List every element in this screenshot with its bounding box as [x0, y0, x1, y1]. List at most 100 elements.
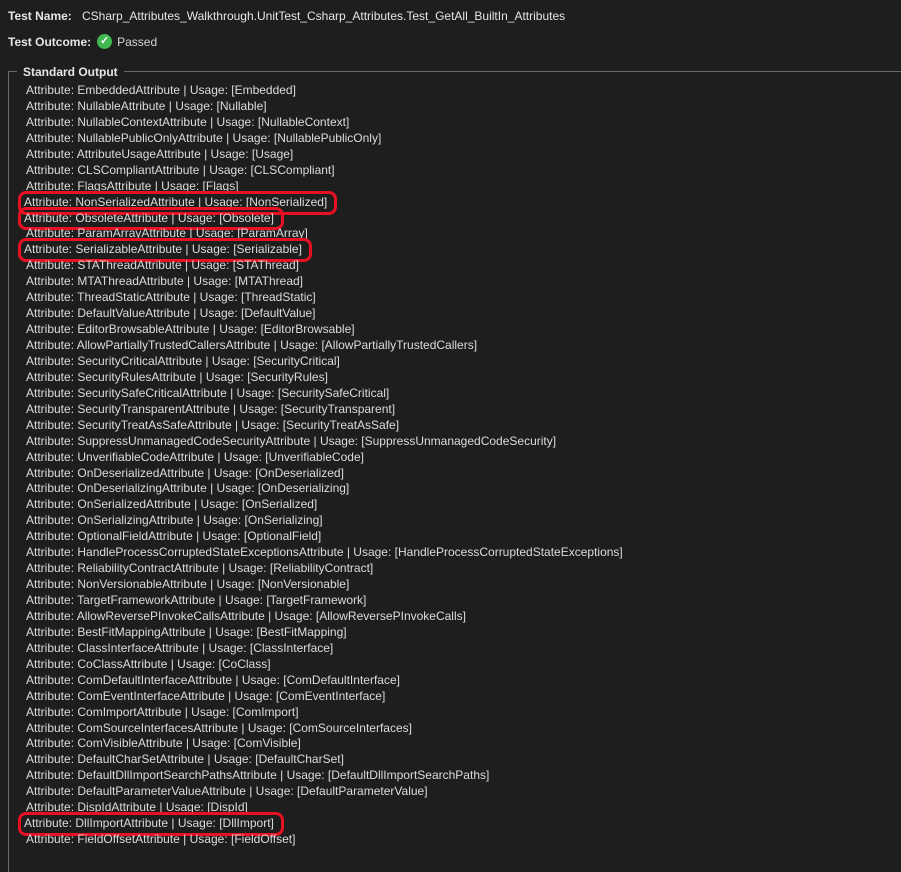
output-line[interactable]: Attribute: DefaultCharSetAttribute | Usa… [26, 752, 623, 768]
output-line[interactable]: Attribute: STAThreadAttribute | Usage: [… [26, 258, 623, 274]
output-line[interactable]: Attribute: OnSerializingAttribute | Usag… [26, 513, 623, 529]
output-line-text: Attribute: ReliabilityContractAttribute … [26, 561, 374, 576]
output-line[interactable]: Attribute: EditorBrowsableAttribute | Us… [26, 322, 623, 338]
output-line[interactable]: Attribute: SecurityTreatAsSafeAttribute … [26, 418, 623, 434]
output-line[interactable]: Attribute: CoClassAttribute | Usage: [Co… [26, 657, 623, 673]
output-line[interactable]: Attribute: CLSCompliantAttribute | Usage… [26, 163, 623, 179]
output-line[interactable]: Attribute: TargetFrameworkAttribute | Us… [26, 593, 623, 609]
output-line-text: Attribute: ComEventInterfaceAttribute | … [26, 688, 386, 703]
output-line-text: Attribute: STAThreadAttribute | Usage: [… [26, 258, 300, 273]
test-outcome-value: Passed [117, 34, 158, 49]
output-line-text: Attribute: NullableContextAttribute | Us… [26, 114, 350, 129]
output-line[interactable]: Attribute: DispIdAttribute | Usage: [Dis… [26, 800, 623, 816]
output-line-text: Attribute: NullableAttribute | Usage: [N… [26, 98, 267, 113]
output-line[interactable]: Attribute: NullablePublicOnlyAttribute |… [26, 131, 623, 147]
output-line-text: Attribute: CoClassAttribute | Usage: [Co… [26, 656, 271, 671]
output-line-text: Attribute: OptionalFieldAttribute | Usag… [26, 529, 322, 544]
output-line[interactable]: Attribute: OnDeserializingAttribute | Us… [26, 481, 623, 497]
output-line-text: Attribute: TargetFrameworkAttribute | Us… [26, 593, 367, 607]
output-line-text: Attribute: CLSCompliantAttribute | Usage… [26, 162, 335, 177]
output-line-text: Attribute: SerializableAttribute | Usage… [18, 238, 312, 263]
output-line[interactable]: Attribute: ThreadStaticAttribute | Usage… [26, 290, 623, 306]
output-line[interactable]: Attribute: DefaultValueAttribute | Usage… [26, 306, 623, 322]
output-line[interactable]: Attribute: AllowPartiallyTrustedCallersA… [26, 338, 623, 354]
output-line-text: Attribute: DefaultParameterValueAttribut… [26, 784, 428, 799]
output-line-text: Attribute: SecurityTransparentAttribute … [26, 401, 396, 416]
output-line-text: Attribute: DefaultCharSetAttribute | Usa… [26, 752, 344, 767]
output-line-text: Attribute: DispIdAttribute | Usage: [Dis… [26, 800, 248, 815]
output-line[interactable]: Attribute: ComEventInterfaceAttribute | … [26, 689, 623, 705]
output-line[interactable]: Attribute: SecurityTransparentAttribute … [26, 402, 623, 418]
output-line-highlighted[interactable]: Attribute: DllImportAttribute | Usage: [… [18, 812, 623, 837]
output-line[interactable]: Attribute: OptionalFieldAttribute | Usag… [26, 529, 623, 545]
output-line[interactable]: Attribute: NonVersionableAttribute | Usa… [26, 577, 623, 593]
standard-output-lines[interactable]: Attribute: EmbeddedAttribute | Usage: [E… [17, 83, 623, 848]
output-line[interactable]: Attribute: AttributeUsageAttribute | Usa… [26, 147, 623, 163]
output-line-text: Attribute: NullablePublicOnlyAttribute |… [26, 130, 382, 145]
output-line-text: Attribute: OnSerializedAttribute | Usage… [26, 497, 318, 512]
output-line[interactable]: Attribute: SecurityRulesAttribute | Usag… [26, 370, 623, 386]
test-outcome-label: Test Outcome: [8, 34, 92, 49]
output-line-text: Attribute: DefaultValueAttribute | Usage… [26, 306, 316, 321]
output-line-text: Attribute: AllowReversePInvokeCallsAttri… [26, 608, 466, 623]
output-line-text: Attribute: SecurityCriticalAttribute | U… [26, 353, 340, 368]
output-line[interactable]: Attribute: NullableContextAttribute | Us… [26, 115, 623, 131]
output-line[interactable]: Attribute: SuppressUnmanagedCodeSecurity… [26, 434, 623, 450]
check-circle-icon: ✓ [97, 34, 113, 49]
output-line-text: Attribute: ThreadStaticAttribute | Usage… [26, 290, 316, 305]
output-line-text: Attribute: BestFitMappingAttribute | Usa… [26, 624, 347, 639]
output-line[interactable]: Attribute: ComSourceInterfacesAttribute … [26, 721, 623, 737]
output-line-text: Attribute: EditorBrowsableAttribute | Us… [26, 322, 355, 337]
output-line[interactable]: Attribute: SecurityCriticalAttribute | U… [26, 354, 623, 370]
output-line[interactable]: Attribute: FieldOffsetAttribute | Usage:… [26, 832, 623, 848]
output-line-text: Attribute: OnDeserializingAttribute | Us… [26, 481, 350, 496]
output-line[interactable]: Attribute: DefaultDllImportSearchPathsAt… [26, 768, 623, 784]
output-line-text: Attribute: HandleProcessCorruptedStateEx… [26, 545, 623, 560]
output-line-highlighted[interactable]: Attribute: ObsoleteAttribute | Usage: [O… [18, 206, 623, 231]
output-line[interactable]: Attribute: HandleProcessCorruptedStateEx… [26, 545, 623, 561]
output-line[interactable]: Attribute: SecuritySafeCriticalAttribute… [26, 386, 623, 402]
output-line[interactable]: Attribute: OnSerializedAttribute | Usage… [26, 497, 623, 513]
output-line-text: Attribute: SecurityRulesAttribute | Usag… [26, 369, 328, 384]
output-line-text: Attribute: AllowPartiallyTrustedCallersA… [26, 338, 478, 352]
output-line[interactable]: Attribute: MTAThreadAttribute | Usage: [… [26, 274, 623, 290]
output-line[interactable]: Attribute: ComVisibleAttribute | Usage: … [26, 736, 623, 752]
output-line-text: Attribute: SecuritySafeCriticalAttribute… [26, 385, 390, 400]
output-line-text: Attribute: DllImportAttribute | Usage: [… [18, 812, 284, 837]
output-line-text: Attribute: OnSerializingAttribute | Usag… [26, 513, 323, 528]
output-line[interactable]: Attribute: ParamArrayAttribute | Usage: … [26, 226, 623, 242]
output-line-text: Attribute: ComImportAttribute | Usage: [… [26, 704, 299, 719]
output-line-highlighted[interactable]: Attribute: NonSerializedAttribute | Usag… [17, 190, 623, 215]
output-line-text: Attribute: UnverifiableCodeAttribute | U… [26, 449, 364, 464]
output-line-text: Attribute: ObsoleteAttribute | Usage: [O… [18, 206, 284, 231]
output-line-text: Attribute: SuppressUnmanagedCodeSecurity… [26, 433, 557, 448]
output-line-highlighted[interactable]: Attribute: SerializableAttribute | Usage… [18, 238, 623, 263]
output-line[interactable]: Attribute: DefaultParameterValueAttribut… [26, 784, 623, 800]
output-line[interactable]: Attribute: FlagsAttribute | Usage: [Flag… [26, 179, 623, 195]
output-line-text: Attribute: AttributeUsageAttribute | Usa… [26, 146, 294, 161]
output-line[interactable]: Attribute: OnDeserializedAttribute | Usa… [26, 466, 623, 482]
output-line-text: Attribute: ComSourceInterfacesAttribute … [26, 720, 412, 735]
output-line-text: Attribute: EmbeddedAttribute | Usage: [E… [26, 83, 296, 97]
output-line[interactable]: Attribute: ReliabilityContractAttribute … [26, 561, 623, 577]
output-line[interactable]: Attribute: ClassInterfaceAttribute | Usa… [26, 641, 623, 657]
output-line-text: Attribute: ComDefaultInterfaceAttribute … [26, 672, 400, 687]
output-line[interactable]: Attribute: UnverifiableCodeAttribute | U… [26, 450, 623, 466]
output-line-text: Attribute: ParamArrayAttribute | Usage: … [26, 226, 308, 241]
test-name-value[interactable]: CSharp_Attributes_Walkthrough.UnitTest_C… [82, 9, 565, 23]
output-line-text: Attribute: NonVersionableAttribute | Usa… [26, 577, 350, 592]
test-outcome-row: Test Outcome: ✓ Passed [8, 34, 157, 49]
test-name-label: Test Name: [8, 9, 72, 23]
output-line[interactable]: Attribute: BestFitMappingAttribute | Usa… [26, 625, 623, 641]
output-line-text: Attribute: NonSerializedAttribute | Usag… [17, 190, 338, 215]
output-line[interactable]: Attribute: AllowReversePInvokeCallsAttri… [26, 609, 623, 625]
output-line-text: Attribute: FlagsAttribute | Usage: [Flag… [26, 178, 239, 193]
output-line-text: Attribute: ClassInterfaceAttribute | Usa… [26, 640, 334, 655]
output-line[interactable]: Attribute: ComDefaultInterfaceAttribute … [26, 673, 623, 689]
output-line[interactable]: Attribute: EmbeddedAttribute | Usage: [E… [26, 83, 623, 99]
output-line-text: Attribute: DefaultDllImportSearchPathsAt… [26, 768, 490, 783]
output-line-text: Attribute: ComVisibleAttribute | Usage: … [26, 736, 301, 751]
output-line[interactable]: Attribute: NullableAttribute | Usage: [N… [26, 99, 623, 115]
output-line-text: Attribute: OnDeserializedAttribute | Usa… [26, 465, 344, 480]
output-line[interactable]: Attribute: ComImportAttribute | Usage: [… [26, 705, 623, 721]
